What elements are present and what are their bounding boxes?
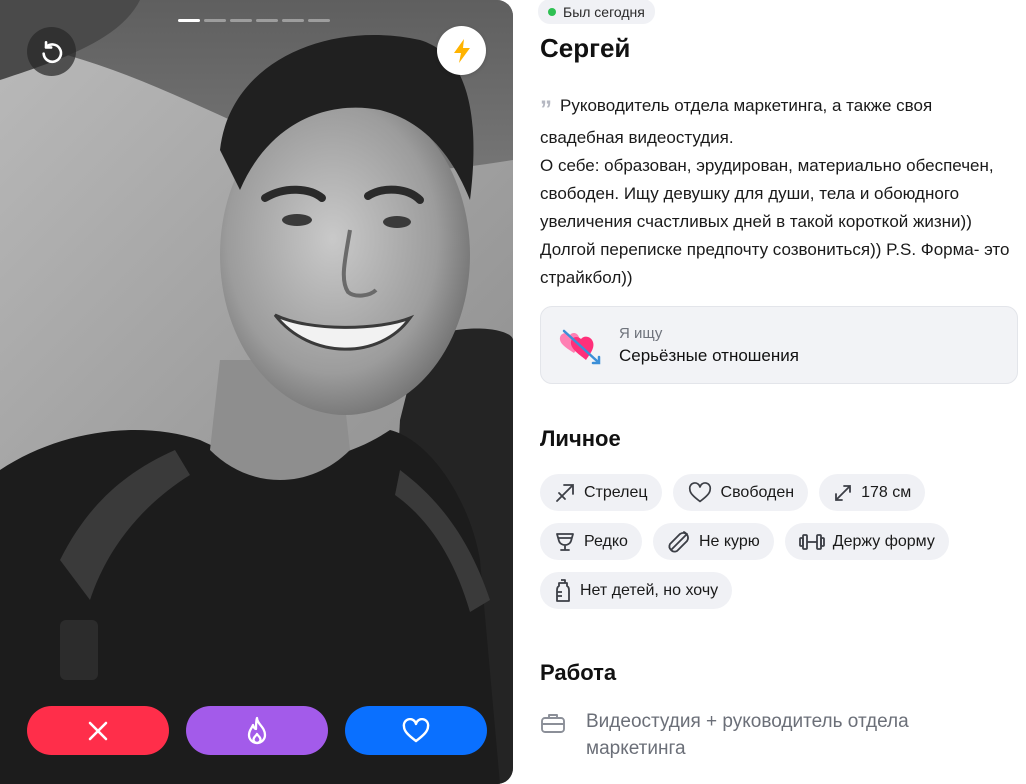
heart-icon: [402, 717, 430, 742]
chip-zodiac: Стрелец: [540, 474, 662, 511]
chip-label: Редко: [584, 532, 628, 550]
status-text: Был сегодня: [563, 3, 645, 20]
undo-icon: [41, 40, 62, 63]
chip-relationship: Свободен: [672, 474, 809, 511]
glass-icon: [556, 532, 574, 551]
chip-height: 178 см: [819, 474, 926, 511]
close-icon: [88, 721, 108, 740]
personal-chips: Стрелец Свободен 178 см Редко Не курю Де…: [540, 474, 1018, 621]
height-icon: [835, 484, 852, 501]
work-section-title: Работа: [540, 660, 617, 685]
profile-photo-card[interactable]: [0, 0, 513, 784]
looking-for-value: Серьёзные отношения: [619, 345, 799, 365]
online-dot: [548, 7, 556, 16]
heart-outline-icon: [688, 481, 711, 502]
like-button[interactable]: [345, 706, 487, 755]
baby-bottle-icon: [556, 578, 570, 602]
work-item: Видеостудия + руководитель отдела маркет…: [540, 708, 1018, 762]
bio-line-1: Руководитель отдела маркетинга, а также …: [540, 96, 933, 147]
photo-pager: [178, 19, 330, 22]
bio-line-2: О себе: образован, эрудирован, материаль…: [540, 156, 1010, 287]
hearts-arrow-icon: [559, 329, 601, 365]
looking-for-card: Я ищу Серьёзные отношения: [540, 306, 1018, 384]
looking-for-label: Я ищу: [619, 324, 663, 342]
status-badge: Был сегодня: [538, 0, 655, 24]
chip-label: Нет детей, но хочу: [580, 581, 719, 599]
profile-bio: ” Руководитель отдела маркетинга, а также…: [540, 92, 1018, 292]
no-smoking-icon: [668, 530, 689, 553]
chip-label: Держу форму: [832, 532, 935, 550]
boost-button[interactable]: [437, 26, 486, 75]
chip-children: Нет детей, но хочу: [540, 572, 733, 609]
profile-panel: Был сегодня Сергей ” Руководитель отдела …: [538, 0, 1018, 784]
pager-segment[interactable]: [230, 19, 252, 22]
chip-fitness: Держу форму: [784, 523, 949, 560]
pager-segment[interactable]: [282, 19, 304, 22]
profile-name: Сергей: [540, 33, 631, 63]
chip-smoking: Не курю: [652, 523, 774, 560]
chip-label: Стрелец: [584, 483, 648, 501]
pager-segment[interactable]: [308, 19, 330, 22]
profile-photo: [0, 0, 513, 784]
work-text: Видеостудия + руководитель отдела маркет…: [586, 711, 909, 759]
undo-button[interactable]: [27, 27, 76, 76]
dumbbell-icon: [798, 533, 825, 550]
pager-segment[interactable]: [204, 19, 226, 22]
pager-segment[interactable]: [178, 19, 200, 22]
chip-alcohol: Редко: [540, 523, 642, 560]
briefcase-icon: [541, 714, 565, 733]
swipe-actions: [27, 706, 487, 755]
chip-label: 178 см: [861, 483, 912, 501]
lightning-icon: [453, 38, 470, 63]
dislike-button[interactable]: [27, 706, 169, 755]
superlike-button[interactable]: [186, 706, 328, 755]
flame-icon: [247, 716, 267, 744]
personal-section-title: Личное: [540, 426, 621, 451]
sagittarius-icon: [556, 483, 574, 502]
pager-segment[interactable]: [256, 19, 278, 22]
chip-label: Не курю: [698, 532, 760, 550]
quote-icon: ”: [540, 96, 552, 123]
chip-label: Свободен: [720, 483, 795, 501]
